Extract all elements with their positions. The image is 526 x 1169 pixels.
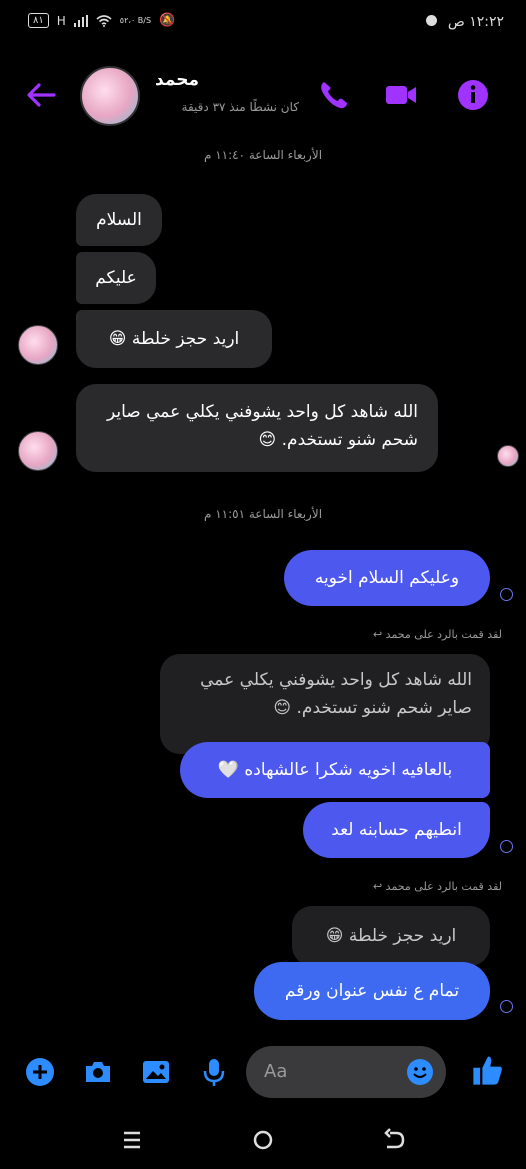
message-text: السلام bbox=[96, 210, 142, 230]
messenger-notification-icon bbox=[426, 15, 438, 26]
camera-icon[interactable] bbox=[82, 1056, 114, 1088]
thumbs-up-icon[interactable] bbox=[470, 1052, 506, 1088]
mute-icon: 🔕 bbox=[159, 13, 176, 28]
outgoing-message[interactable]: انطيهم حسابنه لعد bbox=[303, 802, 490, 858]
status-bar: ٨١ H ٥٢،٠ B/S 🔕 ١٢:٢٢ ص bbox=[0, 0, 526, 44]
back-arrow-icon[interactable] bbox=[24, 80, 58, 110]
home-icon[interactable] bbox=[243, 1120, 283, 1160]
system-back-icon[interactable] bbox=[374, 1120, 414, 1160]
reply-arrow-icon: ↩ bbox=[372, 880, 383, 893]
clock: ١٢:٢٢ ص bbox=[426, 14, 504, 30]
microphone-icon[interactable] bbox=[198, 1056, 230, 1088]
quoted-message[interactable]: اريد حجز خلطة 😁 bbox=[292, 906, 490, 966]
net-speed: ٥٢،٠ B/S bbox=[119, 15, 152, 25]
message-text: بالعافيه اخويه شكرا عالشهاده 🤍 bbox=[217, 760, 453, 780]
reply-note-text: لقد قمت بالرد على محمد bbox=[385, 880, 502, 893]
contact-avatar[interactable] bbox=[80, 66, 140, 126]
message-text: الله شاهد كل واحد يشوفني يكلي عمي صاير ش… bbox=[106, 402, 418, 450]
message-text: انطيهم حسابنه لعد bbox=[331, 820, 462, 840]
phone-call-icon[interactable] bbox=[316, 78, 350, 112]
emoji-icon[interactable] bbox=[406, 1058, 434, 1086]
incoming-message[interactable]: الله شاهد كل واحد يشوفني يكلي عمي صاير ش… bbox=[76, 384, 438, 472]
timestamp-divider: الأربعاء الساعة ١١:٥١ م bbox=[203, 507, 323, 521]
message-input[interactable]: Aa bbox=[246, 1046, 446, 1098]
message-input-placeholder: Aa bbox=[264, 1061, 288, 1082]
quoted-text: الله شاهد كل واحد يشوفني يكلي عمي صاير ش… bbox=[200, 670, 472, 718]
active-status: كان نشطًا منذ ٣٧ دقيقة bbox=[181, 100, 299, 114]
quoted-text: اريد حجز خلطة 😁 bbox=[325, 926, 457, 946]
recent-apps-icon[interactable] bbox=[112, 1120, 152, 1160]
outgoing-message[interactable]: تمام ع نفس عنوان ورقم bbox=[254, 962, 490, 1020]
delivered-check-icon bbox=[500, 1000, 513, 1013]
outgoing-message[interactable]: بالعافيه اخويه شكرا عالشهاده 🤍 bbox=[180, 742, 490, 798]
message-text: تمام ع نفس عنوان ورقم bbox=[284, 981, 460, 1001]
incoming-message[interactable]: اريد حجز خلطة 😁 bbox=[76, 310, 272, 368]
plus-icon[interactable] bbox=[24, 1056, 56, 1088]
timestamp-divider: الأربعاء الساعة ١١:٤٠ م bbox=[203, 148, 323, 162]
message-text: اريد حجز خلطة 😁 bbox=[108, 329, 240, 349]
reply-note: لقد قمت بالرد على محمد ↩ bbox=[373, 880, 502, 893]
wifi-icon bbox=[96, 14, 112, 27]
signal-icon bbox=[73, 14, 88, 27]
quoted-message[interactable]: الله شاهد كل واحد يشوفني يكلي عمي صاير ش… bbox=[160, 654, 490, 754]
message-text: عليكم bbox=[95, 268, 137, 288]
status-left: ٨١ H ٥٢،٠ B/S 🔕 bbox=[28, 13, 175, 28]
incoming-message[interactable]: عليكم bbox=[76, 252, 156, 304]
sender-avatar[interactable] bbox=[18, 431, 58, 471]
incoming-message[interactable]: السلام bbox=[76, 194, 162, 246]
delivered-check-icon bbox=[500, 588, 513, 601]
video-call-icon[interactable] bbox=[384, 78, 418, 112]
message-text: وعليكم السلام اخويه bbox=[314, 568, 460, 588]
clock-text: ١٢:٢٢ ص bbox=[447, 14, 504, 30]
delivered-check-icon bbox=[500, 840, 513, 853]
reply-note-text: لقد قمت بالرد على محمد bbox=[385, 628, 502, 641]
reply-arrow-icon: ↩ bbox=[372, 628, 383, 641]
info-icon[interactable] bbox=[456, 78, 490, 112]
outgoing-message[interactable]: وعليكم السلام اخويه bbox=[284, 550, 490, 606]
battery-indicator: ٨١ bbox=[28, 13, 49, 28]
network-type: H bbox=[56, 13, 66, 28]
seen-avatar bbox=[497, 445, 519, 467]
gallery-icon[interactable] bbox=[140, 1056, 172, 1088]
reply-note: لقد قمت بالرد على محمد ↩ bbox=[373, 628, 502, 641]
sender-avatar[interactable] bbox=[18, 325, 58, 365]
contact-name[interactable]: محمد bbox=[155, 70, 199, 90]
